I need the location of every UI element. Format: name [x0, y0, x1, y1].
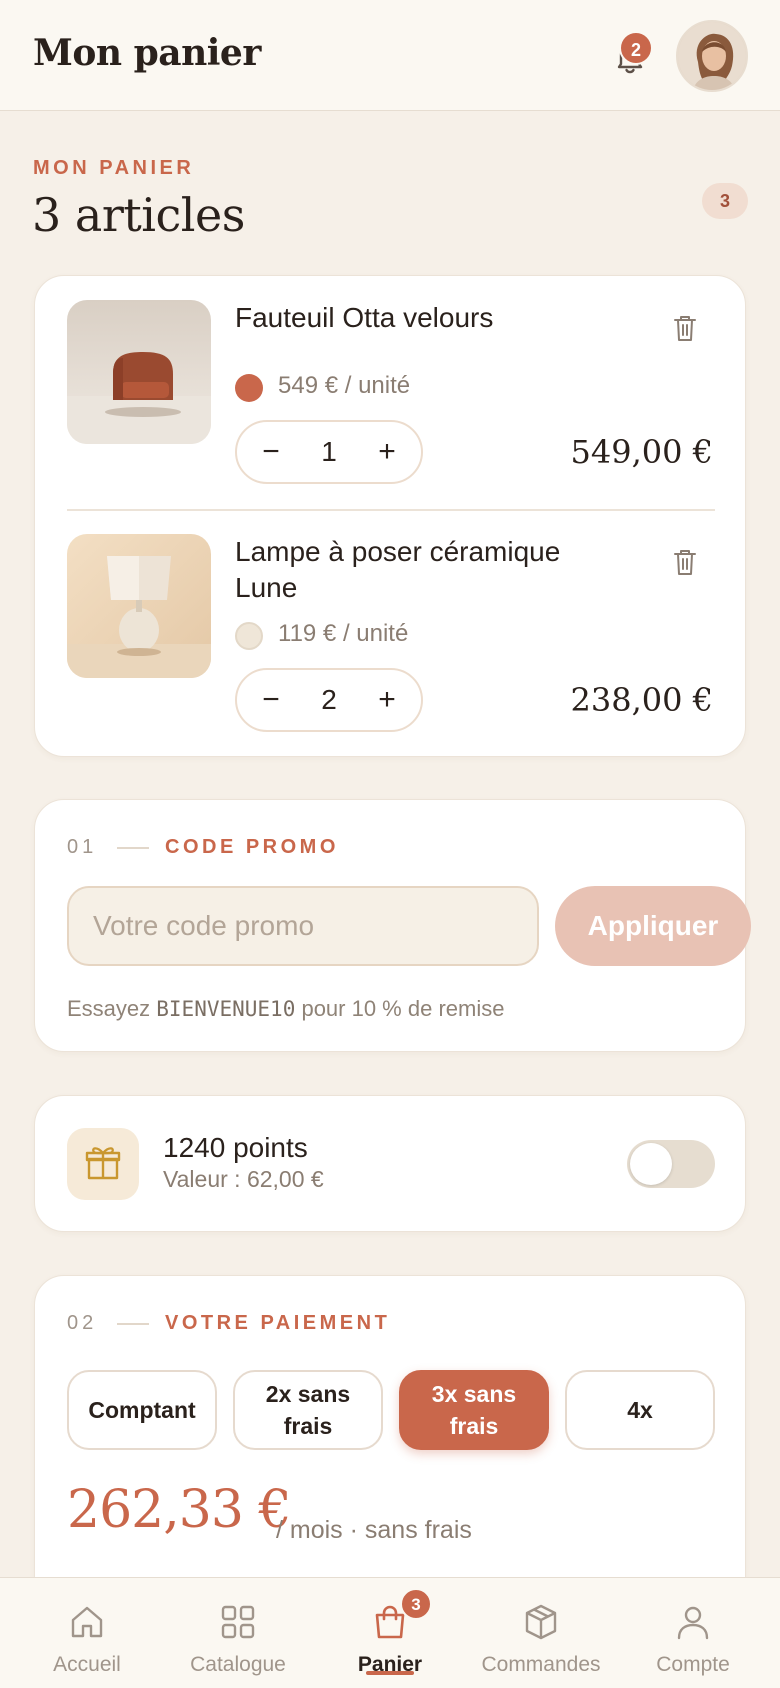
- points-title: 1240 points: [163, 1132, 308, 1163]
- quantity-value: 1: [321, 436, 337, 467]
- item-name[interactable]: Fauteuil Otta velours: [235, 300, 615, 336]
- decrease-quantity-button[interactable]: −: [239, 670, 303, 730]
- increase-quantity-button[interactable]: +: [355, 422, 419, 482]
- nav-item-compte[interactable]: Compte: [623, 1578, 763, 1688]
- loyalty-points-card: 1240 points Valeur : 62,00 €: [34, 1095, 746, 1232]
- section-label: CODE PROMO: [165, 836, 339, 858]
- item-name[interactable]: Lampe à poser céramique Lune: [235, 534, 615, 606]
- nav-label: Catalogue: [190, 1653, 286, 1676]
- active-tab-indicator: [366, 1671, 414, 1675]
- section-label: VOTRE PAIEMENT: [165, 1312, 391, 1334]
- line-total: 238,00 €: [570, 681, 714, 719]
- color-swatch: [235, 374, 263, 402]
- payment-option-2x[interactable]: 2x sans frais: [233, 1370, 383, 1450]
- avatar-portrait: [678, 22, 746, 90]
- gift-icon: [85, 1147, 121, 1180]
- nav-label: Accueil: [53, 1653, 121, 1676]
- toggle-knob: [630, 1143, 672, 1185]
- promo-hint-suffix: pour 10 % de remise: [295, 996, 505, 1021]
- grid-icon: [221, 1605, 255, 1639]
- section-divider: [117, 1323, 149, 1325]
- points-value: Valeur : 62,00 €: [163, 1166, 324, 1192]
- decrease-quantity-button[interactable]: −: [239, 422, 303, 482]
- app-header: Mon panier 2: [0, 0, 780, 111]
- trash-icon[interactable]: [671, 546, 699, 578]
- use-points-toggle[interactable]: [627, 1140, 715, 1188]
- home-icon: [71, 1606, 103, 1638]
- section-eyebrow: MON PANIER: [33, 157, 195, 179]
- page-title: Mon panier: [33, 32, 261, 74]
- unit-price: 119 € / unité: [278, 620, 409, 647]
- payment-option-4x[interactable]: 4x: [565, 1370, 715, 1450]
- quantity-stepper: − 2 +: [235, 668, 423, 732]
- apply-promo-button[interactable]: Appliquer: [555, 886, 751, 966]
- nav-item-commandes[interactable]: Commandes: [471, 1578, 611, 1688]
- cart-count-title: 3 articles: [32, 188, 245, 242]
- nav-item-catalogue[interactable]: Catalogue: [168, 1578, 308, 1688]
- monthly-amount: 262,33 €: [67, 1480, 292, 1540]
- notification-badge: 2: [619, 31, 653, 65]
- item-divider: [67, 509, 715, 511]
- cart-badge: 3: [400, 1588, 432, 1620]
- nav-label: Commandes: [481, 1653, 601, 1676]
- nav-label: Compte: [656, 1653, 730, 1676]
- promo-hint: Essayez BIENVENUE10 pour 10 % de remise: [67, 996, 504, 1022]
- promo-code-input[interactable]: [67, 886, 539, 966]
- unit-price: 549 € / unité: [278, 372, 411, 399]
- nav-item-accueil[interactable]: Accueil: [17, 1578, 157, 1688]
- cart-count-badge: 3: [702, 183, 748, 219]
- product-image-lamp[interactable]: [67, 534, 211, 678]
- promo-hint-code: BIENVENUE10: [156, 997, 296, 1021]
- payment-option-3x[interactable]: 3x sans frais: [399, 1370, 549, 1450]
- increase-quantity-button[interactable]: +: [355, 670, 419, 730]
- promo-hint-prefix: Essayez: [67, 996, 157, 1021]
- package-icon: [525, 1604, 557, 1640]
- quantity-value: 2: [321, 684, 337, 715]
- monthly-amount-suffix: / mois · sans frais: [276, 1516, 472, 1544]
- promo-code-card: 01 CODE PROMO Appliquer Essayez BIENVENU…: [34, 799, 751, 1052]
- trash-icon[interactable]: [671, 312, 699, 344]
- quantity-stepper: − 1 +: [235, 420, 423, 484]
- section-number: 01: [67, 836, 98, 858]
- color-swatch: [235, 622, 263, 650]
- section-number: 02: [67, 1312, 98, 1334]
- user-icon: [677, 1606, 709, 1640]
- avatar[interactable]: [676, 20, 748, 92]
- payment-option-cash[interactable]: Comptant: [67, 1370, 217, 1450]
- section-divider: [117, 847, 149, 849]
- cart-items-card: Fauteuil Otta velours 549 € / unité − 1 …: [34, 275, 746, 757]
- product-image-armchair[interactable]: [67, 300, 211, 444]
- line-total: 549,00 €: [570, 433, 714, 471]
- gift-icon-container: [67, 1128, 139, 1200]
